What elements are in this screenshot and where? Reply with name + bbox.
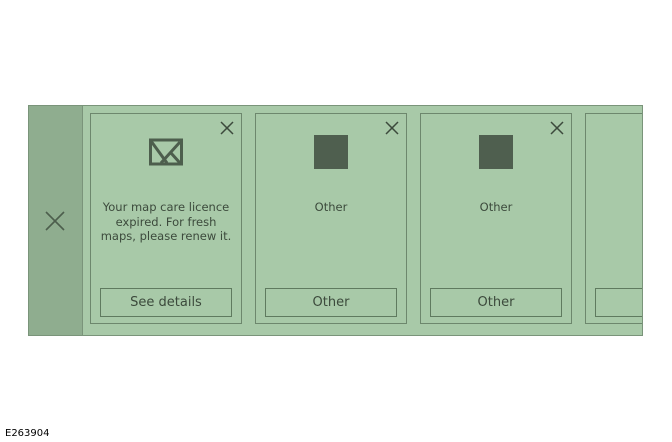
placeholder-square-icon — [479, 135, 513, 169]
partial-button[interactable] — [595, 288, 642, 317]
notification-card: Your map care licence expired. For fresh… — [90, 113, 242, 324]
notification-card: Other Other — [420, 113, 572, 324]
close-icon[interactable] — [549, 120, 565, 136]
notification-message: Other — [314, 200, 348, 214]
close-icon[interactable] — [44, 210, 66, 232]
close-icon[interactable] — [384, 120, 400, 136]
see-details-button[interactable]: See details — [100, 288, 232, 317]
other-button[interactable]: Other — [430, 288, 562, 317]
notification-message: Your map care licence expired. For fresh… — [100, 200, 232, 243]
close-icon[interactable] — [219, 120, 235, 136]
map-icon — [149, 138, 183, 166]
notification-message: Other — [479, 200, 513, 214]
side-bar — [29, 106, 83, 335]
placeholder-square-icon — [314, 135, 348, 169]
notification-panel: Your map care licence expired. For fresh… — [28, 105, 643, 336]
figure-id: E263904 — [5, 428, 50, 439]
notification-card-partial — [585, 113, 642, 324]
notification-card: Other Other — [255, 113, 407, 324]
other-button[interactable]: Other — [265, 288, 397, 317]
